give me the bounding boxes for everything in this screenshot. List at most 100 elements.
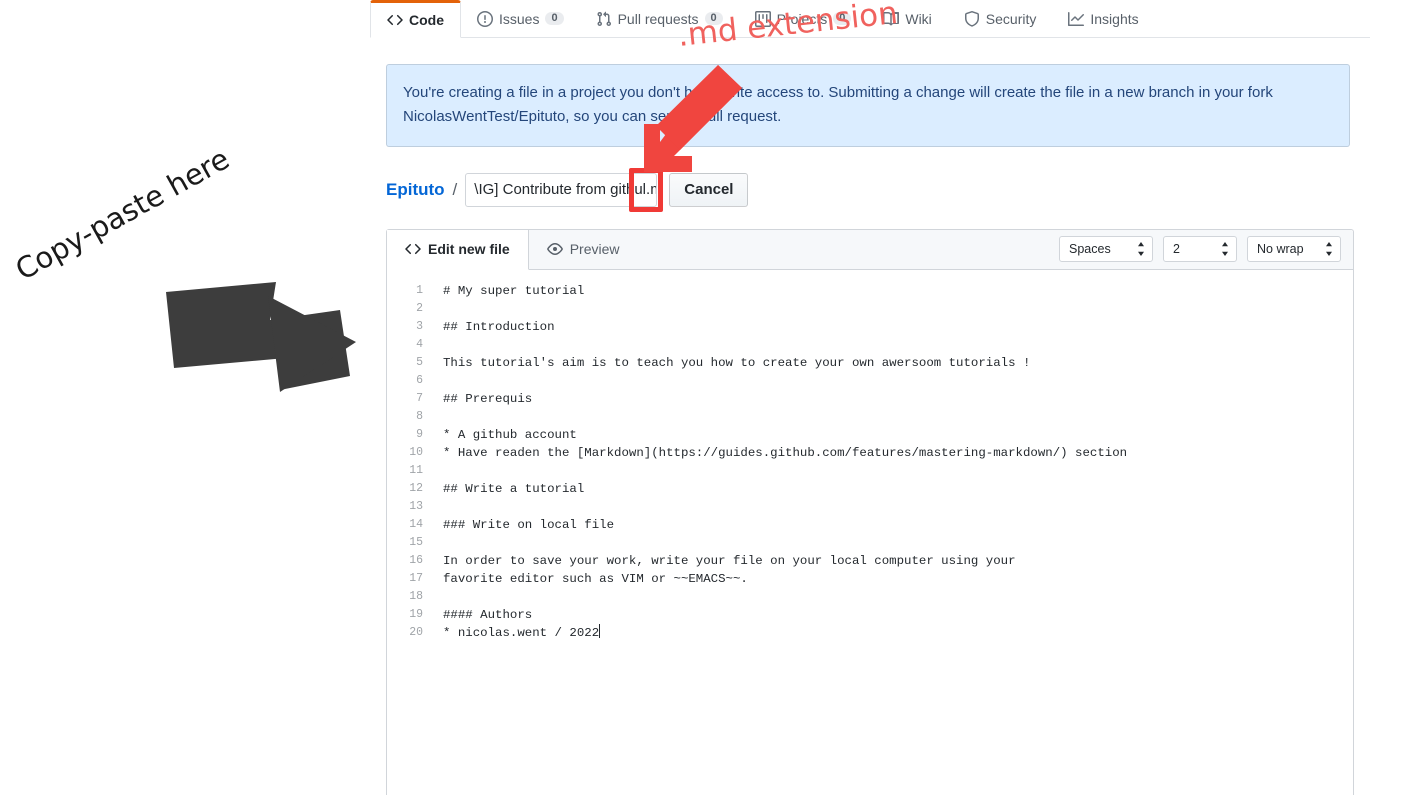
- git-pull-icon: [596, 11, 612, 27]
- tab-edit-new-file[interactable]: Edit new file: [387, 229, 529, 270]
- nav-tab-label: Insights: [1090, 10, 1139, 27]
- line-number-gutter: 1 2 3 4 5 6 7 8 9 10 11 12 13 14 15 16 17 18 19 20: [387, 270, 431, 795]
- code-line: This tutorial's aim is to teach you how …: [443, 355, 1031, 370]
- text-cursor: [599, 623, 601, 638]
- code-line: ### Write on local file: [443, 517, 615, 532]
- issues-counter: 0: [545, 12, 564, 25]
- nav-tab-label: Code: [409, 12, 444, 28]
- line-number: 11: [409, 463, 423, 477]
- repo-content-column: Code Issues 0 Pull requests 0 Projects 0…: [370, 0, 1370, 795]
- nav-tab-issues[interactable]: Issues 0: [461, 0, 580, 37]
- code-icon: [405, 241, 421, 257]
- repo-nav: Code Issues 0 Pull requests 0 Projects 0…: [370, 0, 1370, 38]
- indent-size-value: 2: [1173, 242, 1180, 257]
- line-number: 18: [409, 589, 423, 603]
- cancel-button[interactable]: Cancel: [669, 172, 749, 207]
- nav-tab-label: Security: [985, 10, 1037, 27]
- gray-arrow-annotation: [166, 282, 356, 392]
- nav-tab-label: Projects: [776, 10, 828, 27]
- code-editor-area[interactable]: 1 2 3 4 5 6 7 8 9 10 11 12 13 14 15 16 17 18 19 20 # My sup…: [387, 269, 1353, 795]
- line-number: 8: [416, 409, 423, 423]
- pull-requests-counter: 0: [704, 12, 723, 25]
- annotation-copy-paste-here: Copy-paste here: [9, 141, 235, 287]
- nav-tab-label: Issues: [499, 10, 540, 27]
- indent-mode-value: Spaces: [1069, 242, 1111, 257]
- code-line: #### Authors: [443, 607, 533, 622]
- indent-size-select[interactable]: 2: [1163, 236, 1237, 263]
- line-number: 6: [416, 373, 423, 387]
- tab-preview[interactable]: Preview: [529, 230, 639, 269]
- filename-extension-text: .md: [646, 181, 656, 199]
- code-line: ## Write a tutorial: [443, 481, 585, 496]
- code-line: * Have readen the [Markdown](https://gui…: [443, 445, 1128, 460]
- book-icon: [883, 11, 900, 27]
- code-line: # My super tutorial: [443, 283, 585, 298]
- editor-tab-label: Preview: [569, 241, 620, 258]
- indent-mode-select[interactable]: Spaces: [1059, 236, 1153, 263]
- repo-breadcrumb-link[interactable]: Epituto: [386, 180, 445, 200]
- code-content[interactable]: # My super tutorial ## Introduction This t…: [431, 270, 1353, 795]
- chevron-updown-icon: [1137, 242, 1145, 257]
- screenshot-root: Code Issues 0 Pull requests 0 Projects 0…: [0, 0, 1406, 795]
- chevron-updown-icon: [1221, 242, 1229, 257]
- wrap-mode-select[interactable]: No wrap: [1247, 236, 1341, 263]
- editor-tab-label: Edit new file: [428, 241, 510, 258]
- line-number: 4: [416, 337, 423, 351]
- nav-tab-insights[interactable]: Insights: [1052, 0, 1154, 37]
- fork-notice-banner: You're creating a file in a project you …: [386, 64, 1350, 147]
- nav-tab-pull-requests[interactable]: Pull requests 0: [580, 0, 739, 37]
- editor-settings-group: Spaces 2 No wrap: [1047, 230, 1353, 269]
- file-editor: Edit new file Preview Spaces 2 No wrap 1…: [386, 228, 1354, 795]
- nav-tab-wiki[interactable]: Wiki: [867, 0, 947, 37]
- nav-tab-projects[interactable]: Projects 0: [739, 0, 868, 37]
- filename-visible-text: \IG] Contribute from githul: [474, 181, 647, 199]
- eye-icon: [546, 241, 563, 257]
- file-path-row: Epituto / \IG] Contribute from githul.md…: [386, 167, 1354, 212]
- line-number: 2: [416, 301, 423, 315]
- line-number: 13: [409, 499, 423, 513]
- line-number: 14: [409, 517, 423, 531]
- line-number: 10: [409, 445, 423, 459]
- line-number: 1: [416, 283, 423, 297]
- project-icon: [754, 10, 771, 27]
- code-line: * nicolas.went / 2022: [443, 623, 601, 640]
- nav-tab-code[interactable]: Code: [370, 0, 461, 38]
- nav-tab-label: Pull requests: [617, 10, 699, 27]
- nav-tab-label: Wiki: [905, 10, 932, 27]
- line-number: 17: [409, 571, 423, 585]
- shield-icon: [964, 10, 980, 27]
- code-line: In order to save your work, write your f…: [443, 553, 1016, 568]
- line-number: 16: [409, 553, 423, 567]
- line-number: 3: [416, 319, 423, 333]
- code-line: * A github account: [443, 427, 577, 442]
- editor-toolbar: Edit new file Preview Spaces 2 No wrap: [387, 229, 1353, 270]
- line-number: 9: [416, 427, 423, 441]
- graph-icon: [1068, 11, 1085, 27]
- line-number: 20: [409, 625, 423, 639]
- chevron-updown-icon: [1325, 242, 1333, 257]
- code-line: ## Prerequis: [443, 391, 533, 406]
- breadcrumb-separator: /: [452, 179, 458, 199]
- code-line: ## Introduction: [443, 319, 555, 334]
- wrap-mode-value: No wrap: [1257, 242, 1304, 257]
- code-icon: [387, 12, 403, 28]
- line-number: 7: [416, 391, 423, 405]
- filename-input[interactable]: \IG] Contribute from githul.md: [465, 172, 658, 207]
- filename-input-wrapper: \IG] Contribute from githul.md: [465, 167, 664, 212]
- line-number: 15: [409, 535, 423, 549]
- issue-icon: [477, 10, 493, 27]
- nav-tab-security[interactable]: Security: [948, 0, 1053, 37]
- line-number: 19: [409, 607, 423, 621]
- code-line: favorite editor such as VIM or ~~EMACS~~…: [443, 571, 748, 586]
- line-number: 12: [409, 481, 423, 495]
- line-number: 5: [416, 355, 423, 369]
